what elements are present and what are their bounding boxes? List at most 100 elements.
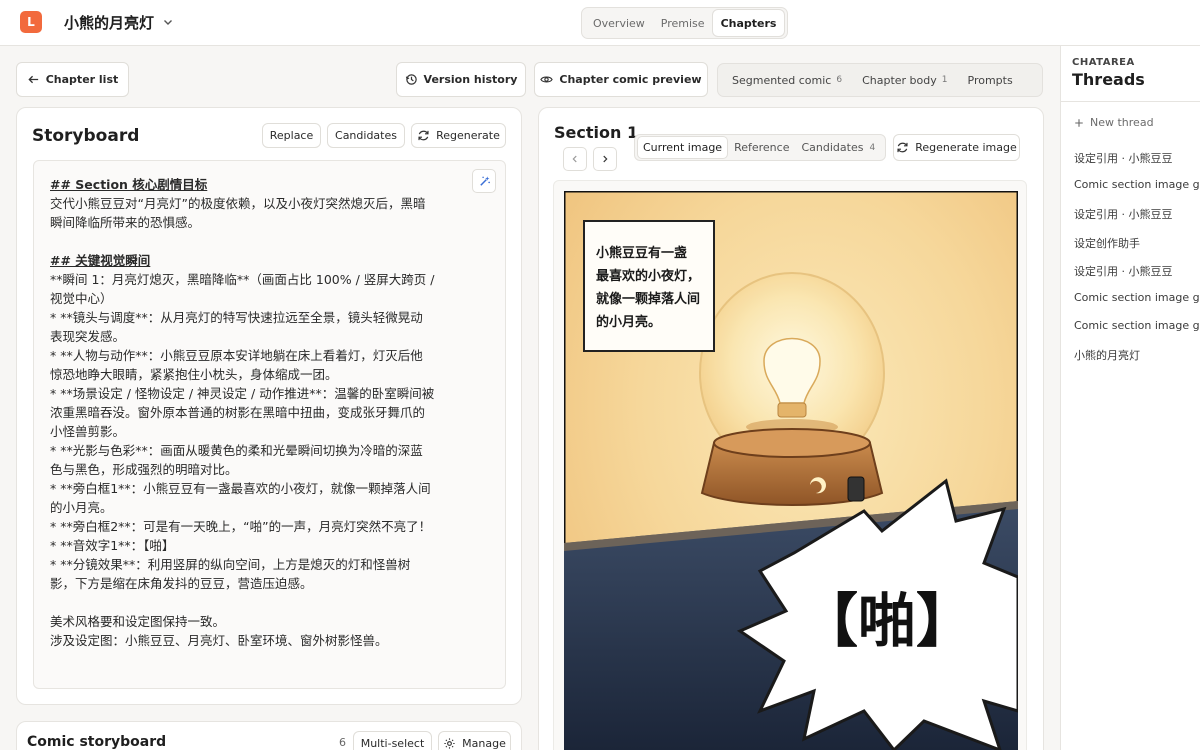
storyboard-line: 惊恐地睁大眼睛，紧紧抱住小枕头，身体缩成一团。 <box>50 367 338 382</box>
new-thread-button[interactable]: New thread <box>1074 116 1154 129</box>
version-history-label: Version history <box>423 73 518 86</box>
manage-label: Manage <box>462 737 506 750</box>
new-thread-label: New thread <box>1090 116 1154 129</box>
storyboard-editor[interactable]: ## Section 核心剧情目标交代小熊豆豆对“月亮灯”的极度依赖，以及小夜灯… <box>33 160 506 689</box>
storyboard-line: 的小月亮。 <box>50 500 113 515</box>
storyboard-line: 浓重黑暗吞没。窗外原本普通的树影在黑暗中扭曲，变成张牙舞爪的 <box>50 405 426 420</box>
image-tabs: Current image Reference Candidates 4 <box>634 134 886 161</box>
storyboard-line <box>50 593 489 612</box>
chapter-comic-preview-label: Chapter comic preview <box>559 73 702 86</box>
magic-wand-button[interactable] <box>472 169 496 193</box>
caption-line: 最喜欢的小夜灯， <box>596 268 700 284</box>
caption-line: 就像一颗掉落人间 <box>596 291 700 307</box>
thread-item[interactable]: 设定引用 · 小熊豆豆 <box>1074 150 1173 166</box>
sfx-text: 【啪】 <box>800 587 974 655</box>
app-logo[interactable]: L <box>20 11 42 33</box>
storyboard-title: Storyboard <box>32 126 140 146</box>
chevron-down-icon[interactable] <box>162 16 174 28</box>
storyboard-line: ## 关键视觉瞬间 <box>50 253 151 268</box>
storyboard-line: ## Section 核心剧情目标 <box>50 177 208 192</box>
storyboard-line: 表现突发感。 <box>50 329 126 344</box>
multi-select-button[interactable]: Multi-select <box>353 731 432 750</box>
replace-button[interactable]: Replace <box>262 123 321 148</box>
tab-count: 4 <box>869 142 876 153</box>
caption-box: 小熊豆豆有一盏最喜欢的小夜灯， 就像一颗掉落人间的小月亮。 <box>583 220 715 352</box>
version-history-button[interactable]: Version history <box>396 62 526 97</box>
storyboard-line: * **旁白框1**：小熊豆豆有一盏最喜欢的小夜灯，就像一颗掉落人间 <box>50 481 431 496</box>
prev-section-button[interactable] <box>563 147 587 171</box>
storyboard-line: 色与黑色，形成强烈的明暗对比。 <box>50 462 238 477</box>
thread-item[interactable]: Comic section image gen <box>1074 178 1200 191</box>
tab-reference[interactable]: Reference <box>729 137 794 158</box>
tab-label: Candidates <box>801 141 864 154</box>
thread-item[interactable]: Comic section image gen <box>1074 319 1200 332</box>
comic-image[interactable]: 小熊豆豆有一盏最喜欢的小夜灯， 就像一颗掉落人间的小月亮。 【啪】 <box>564 191 1018 750</box>
thread-item[interactable]: 设定引用 · 小熊豆豆 <box>1074 206 1173 222</box>
regenerate-button[interactable]: Regenerate <box>411 123 506 148</box>
regenerate-image-label: Regenerate image <box>915 141 1017 154</box>
history-icon <box>405 74 417 85</box>
refresh-icon <box>897 142 908 153</box>
eye-icon <box>540 76 554 83</box>
top-bar: L 小熊的月亮灯 Overview Premise Chapters <box>0 0 1200 46</box>
gear-icon <box>444 738 455 749</box>
project-title[interactable]: 小熊的月亮灯 <box>64 12 154 33</box>
tab-segmented-comic[interactable]: Segmented comic 6 <box>724 67 850 93</box>
comic-storyboard-count: 6 <box>339 736 346 749</box>
storyboard-line: * **音效字1**：【啪】 <box>50 538 175 553</box>
tab-image-candidates[interactable]: Candidates 4 <box>796 137 880 158</box>
tab-premise[interactable]: Premise <box>653 10 713 36</box>
chevron-right-icon <box>603 155 608 163</box>
tab-chapters[interactable]: Chapters <box>712 10 785 36</box>
tab-prompts[interactable]: Prompts <box>960 67 1021 93</box>
regenerate-image-button[interactable]: Regenerate image <box>893 134 1020 161</box>
tab-overview[interactable]: Overview <box>585 10 653 36</box>
regenerate-label: Regenerate <box>436 129 500 142</box>
tab-chapter-body[interactable]: Chapter body 1 <box>854 67 955 93</box>
sidebar-title: Threads <box>1072 70 1145 89</box>
storyboard-line: 小怪兽剪影。 <box>50 424 126 439</box>
manage-button[interactable]: Manage <box>438 731 511 750</box>
storyboard-text: ## Section 核心剧情目标交代小熊豆豆对“月亮灯”的极度依赖，以及小夜灯… <box>50 175 489 650</box>
storyboard-line: 视觉中心） <box>50 291 113 306</box>
thread-item[interactable]: 设定引用 · 小熊豆豆 <box>1074 263 1173 279</box>
storyboard-line: * **分镜效果**：利用竖屏的纵向空间，上方是熄灭的灯和怪兽树 <box>50 557 411 572</box>
thread-item[interactable]: 小熊的月亮灯 <box>1074 347 1140 363</box>
tab-label: Chapter body <box>862 73 937 87</box>
storyboard-line: 涉及设定图：小熊豆豆、月亮灯、卧室环境、窗外树影怪兽。 <box>50 633 388 648</box>
sidebar-kicker: CHATAREA <box>1072 57 1135 68</box>
threads-sidebar: CHATAREA Threads New thread 设定引用 · 小熊豆豆 … <box>1060 46 1200 750</box>
secondary-tabs: Segmented comic 6 Chapter body 1 Prompts <box>717 63 1043 97</box>
candidates-button[interactable]: Candidates <box>327 123 405 148</box>
storyboard-line: * **人物与动作**：小熊豆豆原本安详地躺在床上看着灯，灯灭后他 <box>50 348 423 363</box>
storyboard-line: **瞬间 1：月亮灯熄灭，黑暗降临**（画面占比 100% / 竖屏大跨页 / <box>50 272 435 287</box>
chevron-left-icon <box>572 155 577 163</box>
thread-item[interactable]: Comic section image gen <box>1074 291 1200 304</box>
storyboard-line: * **旁白框2**：可是有一天晚上，“啪”的一声，月亮灯突然不亮了！ <box>50 519 432 534</box>
storyboard-line: * **场景设定 / 怪物设定 / 神灵设定 / 动作推进**：温馨的卧室瞬间被 <box>50 386 435 401</box>
thread-item[interactable]: 设定创作助手 <box>1074 235 1140 251</box>
tab-label: Segmented comic <box>732 73 832 87</box>
moon-lamp-illustration <box>699 272 885 506</box>
comic-storyboard-title: Comic storyboard <box>27 734 167 750</box>
tab-count: 6 <box>836 75 843 85</box>
next-section-button[interactable] <box>593 147 617 171</box>
tab-current-image[interactable]: Current image <box>638 137 728 158</box>
section-title: Section 1 <box>554 123 639 142</box>
chapter-comic-preview-button[interactable]: Chapter comic preview <box>534 62 708 97</box>
tab-count: 1 <box>941 75 948 85</box>
magic-wand-icon <box>479 175 490 186</box>
divider <box>1061 101 1200 102</box>
storyboard-line: 交代小熊豆豆对“月亮灯”的极度依赖，以及小夜灯突然熄灭后，黑暗 <box>50 196 426 211</box>
storyboard-line: 美术风格要和设定图保持一致。 <box>50 614 226 629</box>
storyboard-line: 瞬间降临所带来的恐惧感。 <box>50 215 201 230</box>
top-tabs: Overview Premise Chapters <box>581 7 789 39</box>
plus-icon <box>1075 118 1083 127</box>
caption-line: 小熊豆豆有一盏 <box>596 245 687 261</box>
arrow-left-icon <box>28 75 38 84</box>
chapter-list-button[interactable]: Chapter list <box>16 62 129 97</box>
tab-label: Prompts <box>967 73 1013 87</box>
refresh-icon <box>418 130 429 141</box>
storyboard-line <box>50 232 489 251</box>
storyboard-line: * **光影与色彩**：画面从暖黄色的柔和光晕瞬间切换为冷暗的深蓝 <box>50 443 423 458</box>
